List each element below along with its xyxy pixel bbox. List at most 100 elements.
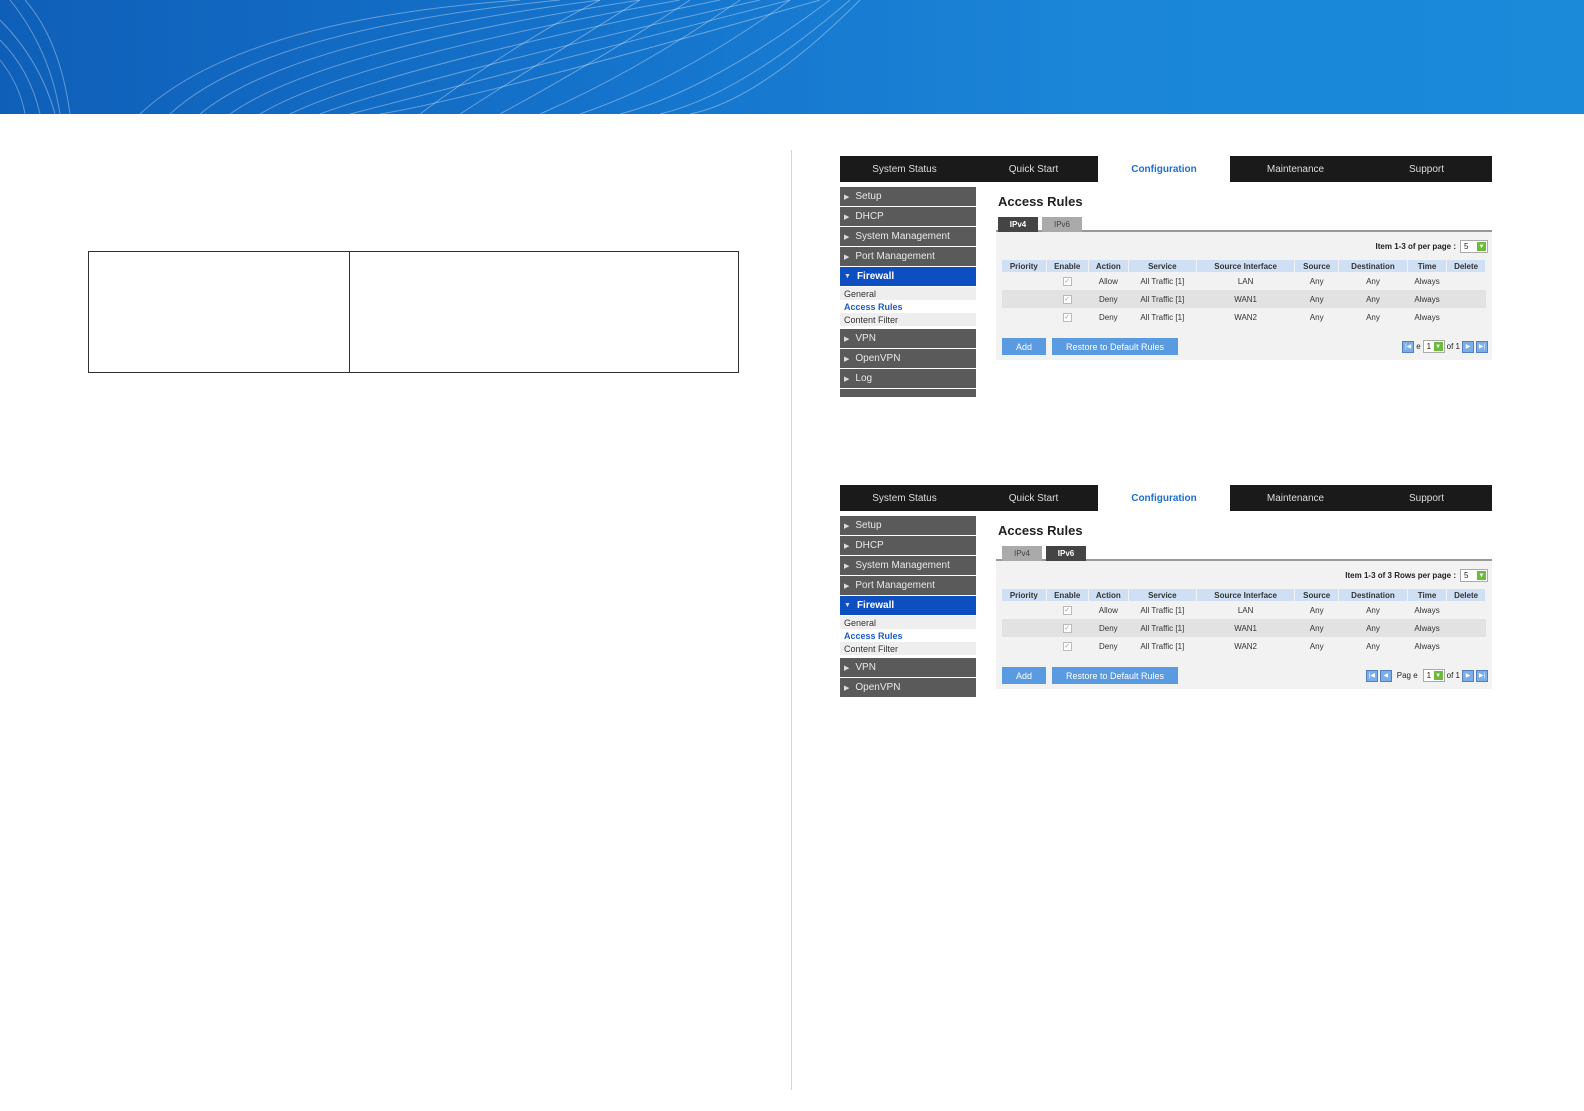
- add-button[interactable]: Add: [1002, 338, 1046, 355]
- col-source-interface[interactable]: Source Interface: [1196, 260, 1296, 272]
- sidebar-item-dhcp[interactable]: ▶ DHCP: [840, 207, 976, 226]
- iface-cell: WAN2: [1234, 641, 1258, 651]
- triangle-right-icon: ▶: [844, 684, 850, 692]
- col-action[interactable]: Action: [1088, 589, 1129, 601]
- sidebar-item-openvpn[interactable]: ▶ OpenVPN: [840, 678, 976, 697]
- nav-system-status[interactable]: System Status: [840, 164, 969, 175]
- nav-quick-start[interactable]: Quick Start: [969, 164, 1098, 175]
- chevron-down-icon: ▼: [1433, 342, 1443, 351]
- enable-checkbox[interactable]: ✓: [1062, 295, 1072, 304]
- col-delete[interactable]: Delete: [1446, 589, 1486, 601]
- nav-quick-start[interactable]: Quick Start: [969, 493, 1098, 504]
- add-button[interactable]: Add: [1002, 667, 1046, 684]
- last-page-icon[interactable]: ▶|: [1476, 669, 1488, 682]
- col-source[interactable]: Source: [1294, 589, 1339, 601]
- triangle-right-icon: ▶: [844, 335, 850, 343]
- page-select[interactable]: 1 ▼: [1422, 669, 1445, 682]
- sidebar-sub-access-rules[interactable]: Access Rules: [840, 629, 976, 642]
- tab-ipv6[interactable]: IPv6: [1042, 217, 1082, 232]
- col-priority[interactable]: Priority: [1002, 589, 1047, 601]
- sidebar-sub-access-rules[interactable]: Access Rules: [840, 300, 976, 313]
- prev-page-icon[interactable]: ◀: [1379, 669, 1392, 682]
- pagination: |◀ e 1 ▼ of 1 ▶ ▶|: [1402, 340, 1488, 353]
- next-page-icon[interactable]: ▶: [1462, 669, 1474, 682]
- enable-checkbox[interactable]: ✓: [1062, 606, 1072, 615]
- dest-cell: Any: [1338, 290, 1408, 308]
- first-page-icon[interactable]: |◀: [1402, 340, 1415, 353]
- table-row: ✓ Allow All Traffic [1] LAN Any Any Alwa…: [1002, 601, 1486, 619]
- dest-cell: Any: [1366, 641, 1380, 651]
- sidebar-sub-content-filter[interactable]: Content Filter: [840, 313, 976, 326]
- nav-maintenance[interactable]: Maintenance: [1230, 493, 1361, 504]
- sidebar-item-port-management[interactable]: ▶ Port Management: [840, 576, 976, 595]
- tab-ipv6[interactable]: IPv6: [1046, 546, 1086, 561]
- col-time[interactable]: Time: [1407, 260, 1448, 272]
- sidebar-sub-general[interactable]: General: [840, 287, 976, 300]
- sidebar-footer: [840, 389, 976, 397]
- sidebar-item-system-management[interactable]: ▶ System Management: [840, 227, 976, 246]
- col-action[interactable]: Action: [1088, 260, 1129, 272]
- sidebar-item-log[interactable]: ▶ Log: [840, 369, 976, 388]
- sidebar-item-vpn[interactable]: ▶ VPN: [840, 658, 976, 677]
- col-priority[interactable]: Priority: [1002, 260, 1047, 272]
- tab-ipv4[interactable]: IPv4: [1002, 546, 1042, 561]
- source-cell: Any: [1309, 605, 1324, 615]
- col-service[interactable]: Service: [1128, 260, 1197, 272]
- col-source[interactable]: Source: [1294, 260, 1339, 272]
- col-destination[interactable]: Destination: [1338, 589, 1408, 601]
- time-cell: Always: [1414, 605, 1440, 615]
- sidebar-item-system-management[interactable]: ▶ System Management: [840, 556, 976, 575]
- nav-maintenance[interactable]: Maintenance: [1230, 164, 1361, 175]
- nav-configuration[interactable]: Configuration: [1098, 493, 1230, 504]
- enable-checkbox[interactable]: ✓: [1062, 277, 1072, 286]
- time-cell: Always: [1414, 276, 1440, 286]
- triangle-right-icon: ▶: [844, 582, 850, 590]
- first-page-icon[interactable]: |◀: [1365, 669, 1378, 682]
- col-time[interactable]: Time: [1407, 589, 1448, 601]
- chevron-down-icon: ▼: [1477, 242, 1486, 251]
- sidebar-item-firewall[interactable]: ▼ Firewall: [840, 596, 976, 615]
- enable-checkbox[interactable]: ✓: [1062, 642, 1072, 651]
- next-page-icon[interactable]: ▶: [1462, 340, 1474, 353]
- col-source-interface[interactable]: Source Interface: [1196, 589, 1296, 601]
- screenshot-ipv6: System Status Quick Start Configuration …: [840, 485, 1492, 733]
- triangle-right-icon: ▶: [844, 355, 850, 363]
- nav-support[interactable]: Support: [1361, 164, 1492, 175]
- chevron-down-icon: ▼: [1433, 671, 1443, 680]
- time-cell: Always: [1407, 619, 1447, 637]
- col-enable[interactable]: Enable: [1046, 260, 1089, 272]
- sidebar-sub-general[interactable]: General: [840, 616, 976, 629]
- table-row: ✓ Allow All Traffic [1] LAN Any Any Alwa…: [1002, 272, 1486, 290]
- nav-support[interactable]: Support: [1361, 493, 1492, 504]
- triangle-right-icon: ▶: [844, 375, 850, 383]
- source-cell: Any: [1294, 619, 1339, 637]
- col-service[interactable]: Service: [1128, 589, 1197, 601]
- iface-cell: WAN2: [1234, 312, 1258, 322]
- per-page-select[interactable]: 5 ▼: [1460, 569, 1488, 582]
- sidebar-item-openvpn[interactable]: ▶ OpenVPN: [840, 349, 976, 368]
- col-delete[interactable]: Delete: [1446, 260, 1486, 272]
- sidebar-item-setup[interactable]: ▶ Setup: [840, 187, 976, 206]
- per-page-select[interactable]: 5 ▼: [1460, 240, 1488, 253]
- rules-table: Priority Enable Action Service Source In…: [1002, 589, 1486, 655]
- sidebar-sub-content-filter[interactable]: Content Filter: [840, 642, 976, 655]
- tab-ipv4[interactable]: IPv4: [998, 217, 1038, 232]
- col-enable[interactable]: Enable: [1046, 589, 1089, 601]
- sidebar-item-setup[interactable]: ▶ Setup: [840, 516, 976, 535]
- col-destination[interactable]: Destination: [1338, 260, 1408, 272]
- sidebar-item-dhcp[interactable]: ▶ DHCP: [840, 536, 976, 555]
- last-page-icon[interactable]: ▶|: [1476, 340, 1488, 353]
- triangle-down-icon: ▼: [844, 273, 851, 280]
- doc-table-cell: [89, 252, 350, 372]
- sidebar-item-port-management[interactable]: ▶ Port Management: [840, 247, 976, 266]
- page-select[interactable]: 1 ▼: [1422, 340, 1445, 353]
- sidebar-item-vpn[interactable]: ▶ VPN: [840, 329, 976, 348]
- nav-configuration[interactable]: Configuration: [1098, 164, 1230, 175]
- nav-system-status[interactable]: System Status: [840, 493, 969, 504]
- dest-cell: Any: [1338, 619, 1408, 637]
- restore-defaults-button[interactable]: Restore to Default Rules: [1052, 667, 1178, 684]
- enable-checkbox[interactable]: ✓: [1062, 624, 1072, 633]
- sidebar-item-firewall[interactable]: ▼ Firewall: [840, 267, 976, 286]
- enable-checkbox[interactable]: ✓: [1062, 313, 1072, 322]
- restore-defaults-button[interactable]: Restore to Default Rules: [1052, 338, 1178, 355]
